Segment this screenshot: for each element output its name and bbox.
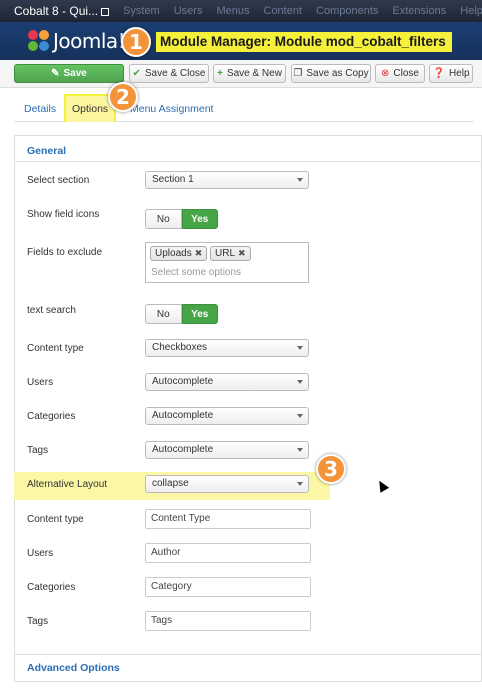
close-label: Close — [393, 68, 419, 79]
step-badge-1: 1 — [121, 27, 151, 57]
close-icon[interactable]: ✖ — [195, 248, 203, 258]
chevron-down-icon — [297, 414, 303, 418]
save-close-label: Save & Close — [144, 68, 206, 79]
save-new-label: Save & New — [226, 68, 282, 79]
header-bar: Joomla! Module Manager: Module mod_cobal… — [0, 22, 482, 60]
menu-menus[interactable]: Menus — [216, 5, 249, 17]
edit-icon: ✎ — [51, 68, 60, 79]
label-show-field-icons: Show field icons — [27, 209, 100, 220]
page-title: Module Manager: Module mod_cobalt_filter… — [156, 32, 452, 52]
menu-help[interactable]: Help — [460, 5, 482, 17]
label-categories: Categories — [27, 411, 76, 422]
menu-components[interactable]: Components — [316, 5, 378, 17]
content-type-dropdown[interactable]: Checkboxes — [145, 339, 309, 357]
copy-icon: ❐ — [293, 68, 303, 79]
menu-system[interactable]: System — [123, 5, 160, 17]
help-label: Help — [448, 68, 470, 79]
joomla-logo-icon — [28, 30, 50, 52]
question-icon: ❓ — [432, 68, 445, 79]
cancel-icon: ⊗ — [381, 68, 390, 79]
tags-label-input[interactable]: Tags — [145, 611, 311, 631]
content-type-value: Checkboxes — [152, 342, 208, 353]
menu-content[interactable]: Content — [264, 5, 303, 17]
chevron-down-icon — [297, 482, 303, 486]
multiselect-placeholder: Select some options — [151, 267, 242, 278]
chip-uploads-label: Uploads — [155, 248, 192, 259]
chevron-down-icon — [297, 178, 303, 182]
tab-menu-assignment[interactable]: Menu Assignment — [130, 103, 213, 115]
plus-icon: + — [217, 68, 223, 79]
save-new-button[interactable]: + Save & New — [213, 64, 286, 83]
label-content-type: Content type — [27, 343, 84, 354]
toggle-yes[interactable]: Yes — [181, 209, 218, 229]
chevron-down-icon — [297, 346, 303, 350]
check-icon: ✔ — [132, 68, 141, 79]
save-copy-label: Save as Copy — [306, 68, 369, 79]
site-name: Cobalt 8 - Qui... — [14, 4, 99, 18]
users-dropdown[interactable]: Autocomplete — [145, 373, 309, 391]
save-copy-button[interactable]: ❐ Save as Copy — [291, 64, 371, 83]
external-link-icon — [101, 8, 110, 16]
users-label-input[interactable]: Author — [145, 543, 311, 563]
categories-label-input[interactable]: Category — [145, 577, 311, 597]
label-select-section: Select section — [27, 175, 90, 186]
label-content-type-text: Content type — [27, 514, 84, 525]
chip-uploads[interactable]: Uploads ✖ — [150, 246, 208, 261]
tab-bar: Details Options Menu Assignment — [14, 94, 474, 122]
menu-extensions[interactable]: Extensions — [392, 5, 446, 17]
select-section-value: Section 1 — [152, 174, 194, 185]
label-tags: Tags — [27, 445, 49, 456]
chevron-down-icon — [297, 448, 303, 452]
close-button[interactable]: ⊗ Close — [375, 64, 425, 83]
top-nav-bar: Cobalt 8 - Qui... System Users Menus Con… — [0, 0, 482, 22]
step-badge-2: 2 — [108, 82, 138, 112]
label-fields-to-exclude: Fields to exclude — [27, 247, 103, 258]
toggle-no[interactable]: No — [145, 209, 182, 229]
tab-details[interactable]: Details — [24, 103, 56, 115]
panel-title-advanced-options[interactable]: Advanced Options — [27, 662, 120, 674]
chevron-down-icon — [297, 380, 303, 384]
label-categories-text: Categories — [27, 582, 76, 593]
label-users: Users — [27, 377, 54, 388]
joomla-logo[interactable]: Joomla! — [28, 28, 126, 54]
toggle-yes[interactable]: Yes — [181, 304, 218, 324]
step-badge-3: 3 — [316, 454, 346, 484]
save-label: Save — [63, 68, 87, 79]
advanced-options-panel: Advanced Options — [14, 654, 482, 682]
alternative-layout-value: collapse — [152, 478, 189, 489]
categories-value: Autocomplete — [152, 410, 214, 421]
toggle-no[interactable]: No — [145, 304, 182, 324]
label-tags-text: Tags — [27, 616, 49, 627]
panel-title-general[interactable]: General — [27, 145, 66, 157]
label-text-search: text search — [27, 305, 76, 316]
users-value: Autocomplete — [152, 376, 214, 387]
label-alternative-layout: Alternative Layout — [27, 479, 108, 490]
tags-dropdown[interactable]: Autocomplete — [145, 441, 309, 459]
chip-url[interactable]: URL ✖ — [210, 246, 251, 261]
tags-value: Autocomplete — [152, 444, 214, 455]
categories-dropdown[interactable]: Autocomplete — [145, 407, 309, 425]
toolbar: ✎ Save ✔ Save & Close + Save & New ❐ Save as… — [0, 60, 482, 88]
chip-url-label: URL — [215, 248, 236, 259]
menu-users[interactable]: Users — [174, 5, 203, 17]
help-button[interactable]: ❓ Help — [429, 64, 473, 83]
text-search-toggle[interactable]: No Yes — [145, 304, 218, 324]
panel-divider — [15, 161, 481, 162]
save-button[interactable]: ✎ Save — [14, 64, 124, 83]
select-section-dropdown[interactable]: Section 1 — [145, 171, 309, 189]
save-close-button[interactable]: ✔ Save & Close — [129, 64, 209, 83]
fields-to-exclude-multiselect[interactable]: Uploads ✖ URL ✖ Select some options — [145, 242, 309, 283]
show-field-icons-toggle[interactable]: No Yes — [145, 209, 218, 229]
top-menu: System Users Menus Content Components Ex… — [123, 5, 482, 17]
site-name-link[interactable]: Cobalt 8 - Qui... — [0, 4, 110, 18]
logo-text: Joomla! — [53, 29, 126, 53]
content-type-label-input[interactable]: Content Type — [145, 509, 311, 529]
label-users-text: Users — [27, 548, 54, 559]
alternative-layout-dropdown[interactable]: collapse — [145, 475, 309, 493]
close-icon[interactable]: ✖ — [238, 248, 246, 258]
